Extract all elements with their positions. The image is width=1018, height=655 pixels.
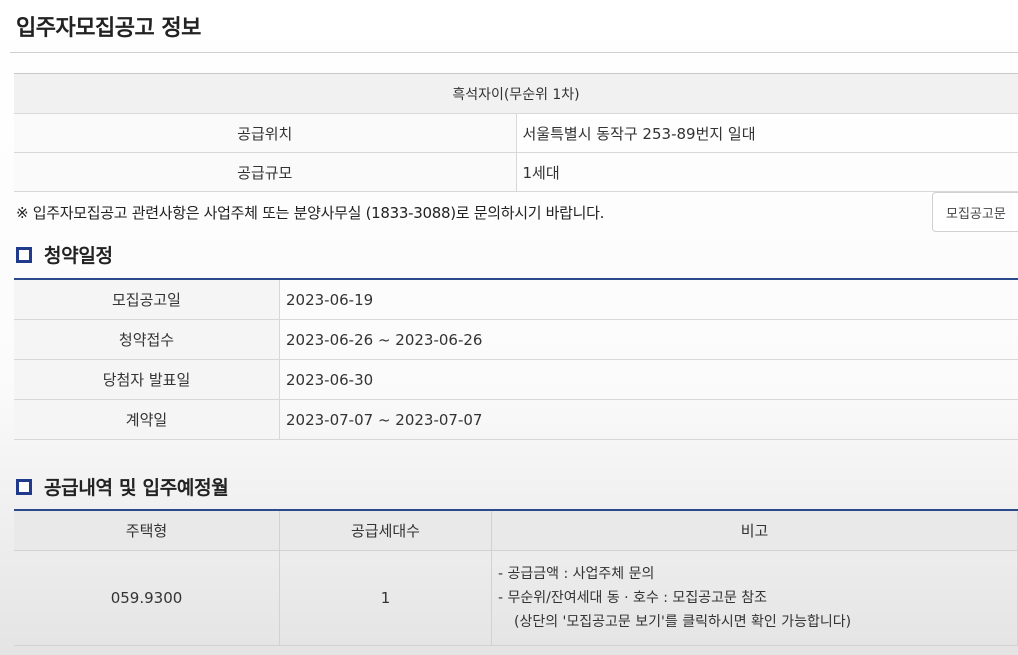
table-header-row: 주택형 공급세대수 비고 — [14, 510, 1018, 551]
supply-section-title: 공급내역 및 입주예정월 — [16, 473, 229, 500]
remark-line: - 무순위/잔여세대 동 · 호수 : 모집공고문 참조 — [498, 590, 768, 606]
supply-location-value: 서울특별시 동작구 253-89번지 일대 — [516, 113, 1018, 153]
contract-date-label: 계약일 — [14, 399, 280, 440]
square-bullet-icon — [16, 246, 32, 263]
supply-scale-value: 1세대 — [516, 152, 1018, 192]
application-period-label: 청약접수 — [14, 319, 280, 360]
schedule-title-text: 청약일정 — [44, 245, 113, 267]
supply-location-label: 공급위치 — [14, 113, 517, 153]
schedule-section-title: 청약일정 — [16, 241, 113, 268]
remarks-cell: - 공급금액 : 사업주체 문의 - 무순위/잔여세대 동 · 호수 : 모집공… — [491, 550, 1018, 646]
table-row: 059.9300 1 - 공급금액 : 사업주체 문의 - 무순위/잔여세대 동… — [14, 550, 1018, 646]
announcement-view-button[interactable]: 모집공고문 — [932, 192, 1018, 232]
supply-title-text: 공급내역 및 입주예정월 — [44, 477, 229, 499]
supply-scale-label: 공급규모 — [14, 152, 517, 192]
square-bullet-icon — [16, 478, 32, 495]
column-header-remarks: 비고 — [491, 510, 1018, 551]
complex-name-header: 흑석자이(무순위 1차) — [14, 73, 1018, 114]
title-divider — [10, 52, 1018, 53]
table-row: 당첨자 발표일 2023-06-30 — [14, 359, 1018, 400]
table-row: 공급규모 1세대 — [14, 152, 1018, 192]
winner-announcement-value: 2023-06-30 — [279, 359, 1018, 400]
table-row: 청약접수 2023-06-26 ~ 2023-06-26 — [14, 319, 1018, 360]
housing-type-cell: 059.9300 — [14, 550, 280, 646]
application-period-value: 2023-06-26 ~ 2023-06-26 — [279, 319, 1018, 360]
remark-line: - 공급금액 : 사업주체 문의 — [498, 566, 655, 582]
schedule-table: 모집공고일 2023-06-19 청약접수 2023-06-26 ~ 2023-… — [14, 278, 1018, 440]
unit-count-cell: 1 — [279, 550, 492, 646]
table-row: 공급위치 서울특별시 동작구 253-89번지 일대 — [14, 113, 1018, 153]
page-title: 입주자모집공고 정보 — [16, 16, 201, 41]
table-row: 계약일 2023-07-07 ~ 2023-07-07 — [14, 399, 1018, 440]
column-header-housing-type: 주택형 — [14, 510, 280, 551]
inquiry-notice: ※ 입주자모집공고 관련사항은 사업주체 또는 분양사무실 (1833-3088… — [16, 204, 605, 222]
supply-table: 주택형 공급세대수 비고 059.9300 1 - 공급금액 : 사업주체 문의… — [14, 509, 1018, 646]
contract-date-value: 2023-07-07 ~ 2023-07-07 — [279, 399, 1018, 440]
table-row: 모집공고일 2023-06-19 — [14, 279, 1018, 320]
remark-line: (상단의 '모집공고문 보기'를 클릭하시면 확인 가능합니다) — [514, 614, 852, 630]
announcement-date-label: 모집공고일 — [14, 279, 280, 320]
complex-info-table: 흑석자이(무순위 1차) 공급위치 서울특별시 동작구 253-89번지 일대 … — [14, 73, 1018, 192]
column-header-unit-count: 공급세대수 — [279, 510, 492, 551]
announcement-date-value: 2023-06-19 — [279, 279, 1018, 320]
winner-announcement-label: 당첨자 발표일 — [14, 359, 280, 400]
